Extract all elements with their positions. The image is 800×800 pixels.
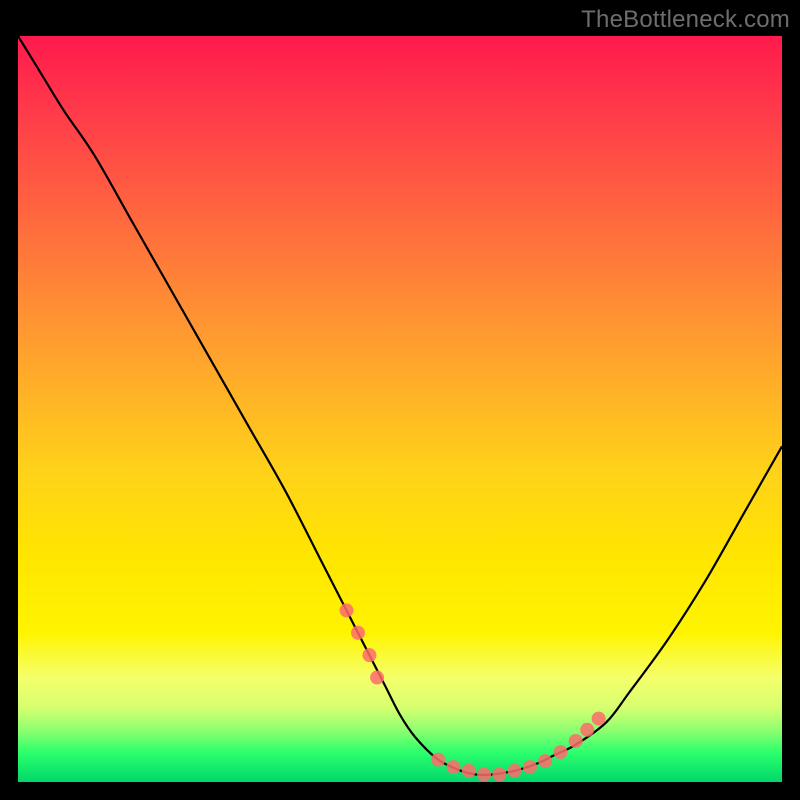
highlight-dot [508,764,522,778]
highlight-dot [340,603,354,617]
highlight-dot [523,760,537,774]
chart-svg [18,36,782,782]
highlight-dot [362,648,376,662]
chart-frame: TheBottleneck.com [0,0,800,800]
highlight-dots-group [340,603,606,781]
highlight-dot [553,745,567,759]
highlight-dot [492,768,506,782]
bottleneck-curve [18,36,782,775]
highlight-dot [351,626,365,640]
highlight-dot [370,671,384,685]
highlight-dot [592,712,606,726]
highlight-dot [431,753,445,767]
highlight-dot [446,760,460,774]
plot-area [18,36,782,782]
watermark-label: TheBottleneck.com [581,6,790,34]
highlight-dot [580,723,594,737]
highlight-dot [477,768,491,782]
highlight-dot [462,764,476,778]
highlight-dot [538,754,552,768]
highlight-dot [569,734,583,748]
